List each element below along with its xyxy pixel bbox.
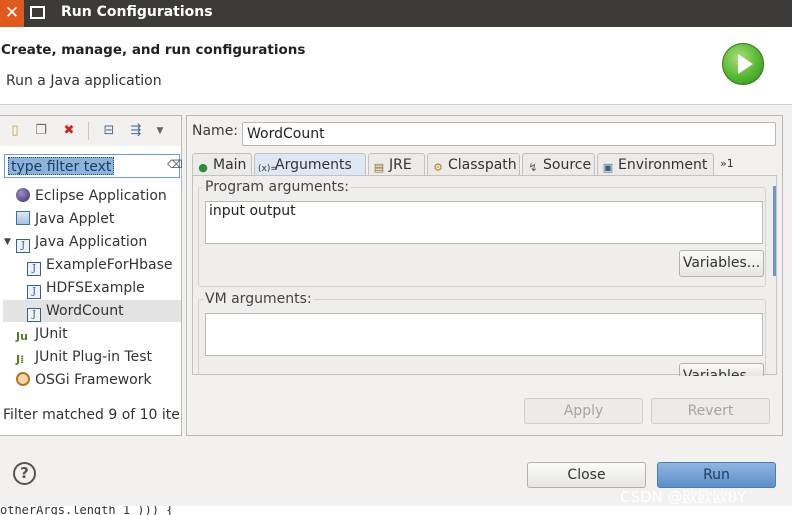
- main-tab-icon: ●: [198, 161, 208, 174]
- applet-icon: [16, 211, 30, 225]
- filter-input-text: type filter text: [8, 157, 115, 175]
- tab-jre[interactable]: ▤ JRE: [368, 153, 425, 175]
- program-variables-button[interactable]: Variables...: [679, 250, 764, 277]
- tree-item-java-application[interactable]: ▼ J Java Application: [0, 231, 180, 253]
- maximize-window-icon[interactable]: [30, 6, 45, 19]
- tab-classpath[interactable]: ⚙ Classpath: [427, 153, 520, 175]
- java-app-icon: J: [27, 308, 41, 322]
- delete-configuration-icon[interactable]: ✖: [61, 123, 77, 139]
- filter-status-text: Filter matched 9 of 10 item: [3, 407, 181, 423]
- new-configuration-icon[interactable]: ▯: [7, 123, 23, 139]
- environment-tab-icon: ▣: [602, 161, 614, 174]
- program-arguments-label: Program arguments:: [203, 179, 351, 195]
- vertical-scrollbar[interactable]: [773, 186, 776, 276]
- filter-input[interactable]: type filter text ⌫: [4, 154, 183, 178]
- config-tabs: ● Main (x)=Arguments ▤ JRE ⚙ Classpath ↯ Sou…: [192, 153, 777, 175]
- arguments-tab-icon: (x)=: [258, 164, 278, 174]
- tree-item-hdfsexample[interactable]: J HDFSExample: [27, 277, 145, 299]
- eclipse-icon: [16, 188, 30, 202]
- program-arguments-group: Program arguments: input output Variable…: [198, 179, 766, 287]
- java-app-icon: J: [27, 285, 41, 299]
- configuration-editor-panel: Name: WordCount ● Main (x)=Arguments ▤ JRE…: [186, 115, 783, 436]
- osgi-icon: [16, 372, 30, 386]
- junit-plugin-icon: J⁞: [16, 353, 25, 366]
- classpath-tab-icon: ⚙: [433, 161, 443, 174]
- tree-toolbar: ▯ ❐ ✖ ⊟ ⇶ ▼: [0, 116, 181, 146]
- banner-heading: Create, manage, and run configurations: [1, 42, 306, 58]
- vm-variables-button[interactable]: Variables...: [679, 363, 764, 376]
- more-tabs-button[interactable]: »1: [717, 153, 741, 175]
- revert-button[interactable]: Revert: [651, 398, 770, 424]
- filter-configurations-icon[interactable]: ⇶: [128, 123, 144, 139]
- name-field[interactable]: WordCount: [242, 122, 776, 146]
- help-icon[interactable]: ?: [13, 462, 36, 485]
- watermark: CSDN @欧欧欧BY: [620, 488, 747, 506]
- run-banner-icon: [722, 43, 764, 85]
- tree-item-exampleforhbase[interactable]: J ExampleForHbase: [27, 254, 173, 276]
- tree-item-eclipse-application[interactable]: Eclipse Application: [16, 185, 167, 207]
- close-window-icon[interactable]: ✕: [0, 0, 24, 27]
- background-editor-code: otherArgs.length 1 ))) {: [0, 506, 792, 515]
- name-label: Name:: [192, 123, 239, 139]
- tab-source[interactable]: ↯ Source: [522, 153, 595, 175]
- configuration-tree-panel: ▯ ❐ ✖ ⊟ ⇶ ▼ type filter text ⌫ Eclipse A…: [0, 115, 183, 436]
- vm-arguments-group: VM arguments: Variables...: [198, 291, 766, 376]
- tree-item-java-applet[interactable]: Java Applet: [16, 208, 114, 230]
- source-tab-icon: ↯: [528, 161, 538, 174]
- tab-main[interactable]: ● Main: [192, 153, 252, 175]
- tree-item-osgi-framework[interactable]: OSGi Framework: [16, 369, 152, 391]
- collapse-all-icon[interactable]: ⊟: [101, 123, 117, 139]
- banner-subheading: Run a Java application: [6, 73, 162, 89]
- apply-button[interactable]: Apply: [524, 398, 643, 424]
- arguments-tab-content: Program arguments: input output Variable…: [192, 175, 777, 376]
- view-menu-chevron-icon[interactable]: ▼: [152, 123, 168, 139]
- window-title: Run Configurations: [61, 4, 213, 20]
- java-app-icon: J: [27, 262, 41, 276]
- vm-arguments-field[interactable]: [205, 313, 763, 356]
- junit-icon: Ju: [16, 330, 28, 343]
- program-arguments-field[interactable]: input output: [205, 201, 763, 244]
- title-bar: ✕ Run Configurations: [0, 0, 792, 27]
- run-button[interactable]: Run: [657, 462, 776, 488]
- jre-tab-icon: ▤: [373, 161, 385, 174]
- tree-item-junit-plugin-test[interactable]: J⁞ JUnit Plug-in Test: [16, 346, 152, 368]
- tree-item-junit[interactable]: Ju JUnit: [16, 323, 68, 345]
- dialog-banner: Create, manage, and run configurations R…: [0, 27, 792, 105]
- vm-arguments-label: VM arguments:: [203, 291, 314, 307]
- toolbar-separator: [88, 122, 89, 140]
- tree-item-wordcount[interactable]: J WordCount: [3, 300, 181, 322]
- tab-arguments[interactable]: (x)=Arguments: [254, 153, 366, 175]
- java-app-icon: J: [16, 239, 30, 253]
- expand-arrow-icon[interactable]: ▼: [4, 231, 11, 253]
- clear-filter-icon[interactable]: ⌫: [167, 158, 183, 174]
- close-button[interactable]: Close: [527, 462, 646, 488]
- tab-environment[interactable]: ▣ Environment: [597, 153, 714, 175]
- duplicate-configuration-icon[interactable]: ❐: [33, 123, 49, 139]
